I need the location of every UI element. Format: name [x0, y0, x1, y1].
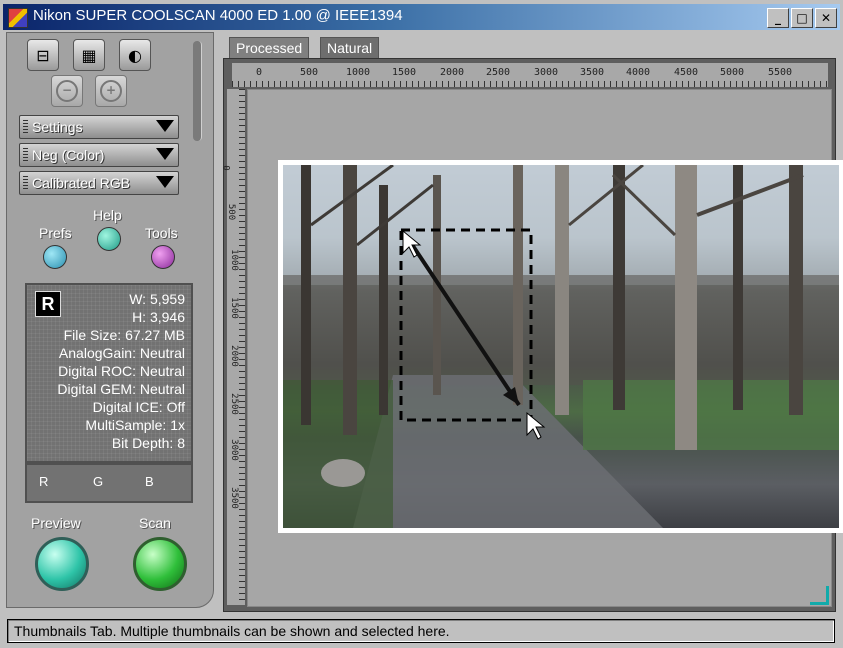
control-panel: ⊟ ▦ ◐ − + Settings Neg (Color) Calibrate…: [6, 32, 214, 608]
prefs-label: Prefs: [39, 225, 72, 241]
status-bar: Thumbnails Tab. Multiple thumbnails can …: [7, 619, 835, 643]
status-text: Thumbnails Tab. Multiple thumbnails can …: [14, 623, 450, 639]
preview-viewer: 0 500 1000 1500 2000 2500 3000 3500 4000…: [221, 58, 843, 612]
ruler-v-label: 500: [226, 203, 237, 221]
grip-icon: [23, 120, 28, 134]
zoom-out-button[interactable]: −: [51, 75, 83, 107]
ruler-h-label: 2000: [440, 67, 465, 78]
help-button[interactable]: [97, 227, 121, 251]
ruler-v-label: 0: [220, 165, 231, 171]
contrast-icon: ◐: [128, 45, 142, 65]
info-line: Digital ROC: Neutral: [58, 363, 185, 379]
ruler-v-label: 1000: [228, 249, 239, 271]
scan-area-icon: ⊟: [36, 45, 50, 65]
info-line: File Size: 67.27 MB: [63, 327, 185, 343]
scan-info-panel: R W: 5,959 H: 3,946 File Size: 67.27 MB …: [25, 283, 193, 463]
zoom-in-button[interactable]: +: [95, 75, 127, 107]
scan-area-button[interactable]: ⊟: [27, 39, 59, 71]
preview-canvas[interactable]: [247, 89, 843, 607]
help-label: Help: [93, 207, 122, 223]
info-line: Bit Depth: 8: [111, 435, 185, 451]
g-label: G: [93, 474, 104, 489]
zoom-out-icon: −: [56, 80, 78, 102]
settings-dropdown-label: Settings: [32, 119, 83, 135]
scan-label: Scan: [139, 515, 171, 531]
ruler-v-label: 3500: [228, 487, 239, 509]
panel-slot: [193, 41, 202, 141]
ruler-h-label: 0: [256, 67, 263, 78]
info-line: MultiSample: 1x: [85, 417, 185, 433]
title-bar[interactable]: Nikon SUPER COOLSCAN 4000 ED 1.00 @ IEEE…: [3, 4, 840, 30]
grip-icon: [23, 148, 28, 162]
tools-button[interactable]: [151, 245, 175, 269]
chevron-down-icon: [156, 176, 174, 188]
app-window: Nikon SUPER COOLSCAN 4000 ED 1.00 @ IEEE…: [0, 0, 843, 648]
info-line: Digital ICE: Off: [92, 399, 185, 415]
horizontal-ruler: 0 500 1000 1500 2000 2500 3000 3500 4000…: [232, 63, 828, 87]
grain-icon: ▦: [81, 45, 97, 65]
park-photo: [283, 165, 839, 528]
info-line: AnalogGain: Neutral: [58, 345, 185, 361]
prefs-button[interactable]: [43, 245, 67, 269]
tab-natural[interactable]: Natural: [320, 37, 380, 58]
ruler-h-label: 5000: [720, 67, 745, 78]
grip-icon: [23, 176, 28, 190]
rgb-readout: R G B: [25, 463, 193, 503]
channel-badge: R: [35, 291, 61, 317]
preview-image[interactable]: [283, 165, 839, 528]
chevron-down-icon: [156, 120, 174, 132]
zoom-in-icon: +: [100, 80, 122, 102]
preview-label: Preview: [31, 515, 81, 531]
ruler-v-label: 2000: [228, 345, 239, 367]
ruler-v-label: 1500: [228, 297, 239, 319]
ruler-h-label: 1000: [346, 67, 371, 78]
grain-button[interactable]: ▦: [73, 39, 105, 71]
maximize-button[interactable]: □: [791, 8, 813, 28]
settings-dropdown[interactable]: Settings: [19, 115, 179, 139]
ruler-v-label: 2500: [228, 393, 239, 415]
info-line: H: 3,946: [132, 309, 185, 325]
ruler-h-label: 4000: [626, 67, 651, 78]
color-space-dropdown-label: Calibrated RGB: [32, 175, 131, 191]
ruler-h-label: 5500: [768, 67, 793, 78]
info-line: Digital GEM: Neutral: [57, 381, 185, 397]
b-label: B: [145, 474, 154, 489]
ruler-h-label: 3000: [534, 67, 559, 78]
ruler-h-label: 500: [300, 67, 319, 78]
tools-label: Tools: [145, 225, 178, 241]
tab-processed[interactable]: Processed: [229, 37, 310, 58]
ruler-h-label: 3500: [580, 67, 605, 78]
r-label: R: [39, 474, 49, 489]
ruler-h-label: 1500: [392, 67, 417, 78]
vertical-ruler: 0 500 1000 1500 2000 2500 3000 3500: [221, 89, 245, 605]
preview-button[interactable]: [35, 537, 89, 591]
film-type-dropdown[interactable]: Neg (Color): [19, 143, 179, 167]
window-title: Nikon SUPER COOLSCAN 4000 ED 1.00 @ IEEE…: [33, 7, 403, 24]
ruler-v-label: 3000: [228, 439, 239, 461]
app-icon[interactable]: [8, 8, 28, 28]
info-line: W: 5,959: [129, 291, 185, 307]
preview-image-frame: [278, 160, 843, 533]
resize-grip-icon[interactable]: [810, 586, 829, 605]
chevron-down-icon: [156, 148, 174, 160]
contrast-button[interactable]: ◐: [119, 39, 151, 71]
close-button[interactable]: ✕: [815, 8, 837, 28]
minimize-button[interactable]: _: [767, 8, 789, 28]
film-type-dropdown-label: Neg (Color): [32, 147, 105, 163]
ruler-h-label: 2500: [486, 67, 511, 78]
scan-button[interactable]: [133, 537, 187, 591]
color-space-dropdown[interactable]: Calibrated RGB: [19, 171, 179, 195]
ruler-h-label: 4500: [674, 67, 699, 78]
